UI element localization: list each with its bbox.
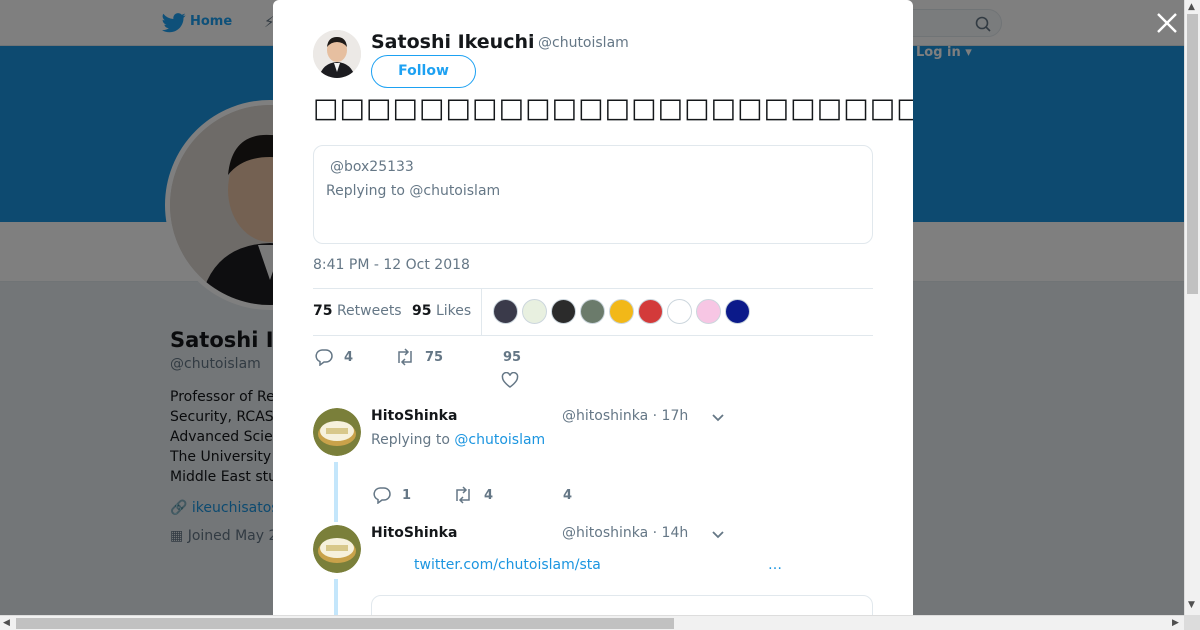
like-action-count: 95 [503, 350, 522, 365]
chevron-down-icon[interactable] [711, 411, 725, 425]
like-count: 4 [563, 488, 573, 503]
quoted-replying-to: Replying to @chutoislam [326, 183, 501, 199]
retweet-icon[interactable] [453, 486, 473, 504]
author-handle[interactable]: @chutoislam [538, 35, 629, 51]
liker-avatar[interactable] [580, 299, 605, 324]
reply-author-handle[interactable]: @hitoshinka · 17h [562, 408, 688, 424]
reply-author-name[interactable]: HitoShinka [371, 525, 457, 541]
replying-to-link[interactable]: @chutoislam [454, 432, 545, 448]
retweet-count: 4 [484, 488, 494, 503]
reply-handle[interactable]: @hitoshinka [562, 408, 648, 424]
stats-divider [481, 289, 482, 335]
liker-avatar[interactable] [638, 299, 663, 324]
tweet-actions: 4 75 95 [313, 345, 613, 395]
reply-avatar-photo [313, 408, 361, 456]
reply-icon[interactable] [373, 486, 391, 504]
likes-count: 95 [412, 303, 432, 319]
scroll-up-icon[interactable]: ▲ [1188, 2, 1195, 12]
liker-avatars [493, 299, 754, 325]
vertical-scrollbar[interactable]: ▲ ▼ [1184, 0, 1200, 615]
close-icon[interactable] [1154, 10, 1180, 36]
liker-avatar[interactable] [522, 299, 547, 324]
tweet-stats: 75 Retweets 95 Likes [313, 288, 873, 336]
reply-tweet-ellipsis[interactable]: … [768, 557, 782, 573]
author-avatar[interactable] [313, 30, 361, 78]
liker-avatar[interactable] [609, 299, 634, 324]
reply-time[interactable]: · 17h [653, 408, 689, 424]
retweet-icon[interactable] [395, 348, 415, 366]
liker-avatar[interactable] [696, 299, 721, 324]
vertical-scrollbar-thumb[interactable] [1187, 14, 1198, 294]
reply-count: 4 [344, 350, 354, 365]
scrollbar-corner [1184, 615, 1200, 630]
thread-line [334, 462, 338, 522]
retweet-count: 75 [313, 303, 333, 319]
reply-tweet[interactable]: HitoShinka @hitoshinka · 14h twitter.com… [313, 525, 913, 615]
reply-avatar[interactable] [313, 525, 361, 573]
tweet-timestamp[interactable]: 8:41 PM - 12 Oct 2018 [313, 257, 470, 273]
likes-stat[interactable]: 95 Likes [412, 303, 471, 319]
tweet-modal: Satoshi Ikeuchi @chutoislam Follow □□□□□… [273, 0, 913, 615]
reply-tweet-link[interactable]: twitter.com/chutoislam/sta [414, 557, 601, 573]
liker-avatar[interactable] [493, 299, 518, 324]
reply-time[interactable]: · 14h [653, 525, 689, 541]
reply-icon[interactable] [315, 348, 333, 366]
liker-avatar[interactable] [667, 299, 692, 324]
replying-prefix: Replying to [371, 432, 455, 448]
quoted-tweet[interactable]: @box25133 Replying to @chutoislam [313, 145, 873, 244]
reply-replying-to: Replying to @chutoislam [371, 432, 545, 448]
horizontal-scrollbar[interactable]: ◀ ▶ [0, 615, 1184, 630]
author-photo [313, 30, 361, 78]
follow-button[interactable]: Follow [371, 55, 476, 88]
reply-link-card[interactable] [371, 595, 873, 615]
retweet-stat[interactable]: 75 Retweets [313, 303, 402, 319]
thread-line [334, 579, 338, 615]
tweet-text: □□□□□□□□□□□□□□□□□□□□□□□□□□□□□□□□□□□□□□□□… [313, 93, 913, 124]
reply-actions: 1 4 4 [371, 486, 671, 508]
reply-author-name[interactable]: HitoShinka [371, 408, 457, 424]
quoted-handle: @box25133 [330, 159, 414, 175]
horizontal-scrollbar-thumb[interactable] [16, 618, 674, 629]
retweet-label: Retweets [336, 303, 402, 319]
reply-handle[interactable]: @hitoshinka [562, 525, 648, 541]
reply-author-handle[interactable]: @hitoshinka · 14h [562, 525, 688, 541]
liker-avatar[interactable] [551, 299, 576, 324]
reply-avatar[interactable] [313, 408, 361, 456]
retweet-action-count: 75 [425, 350, 444, 365]
reply-tweet[interactable]: HitoShinka @hitoshinka · 17h Replying to… [313, 408, 913, 522]
reply-count: 1 [402, 488, 412, 503]
author-name[interactable]: Satoshi Ikeuchi [371, 31, 535, 53]
reply-avatar-photo [313, 525, 361, 573]
likes-label: Likes [435, 303, 472, 319]
liker-avatar[interactable] [725, 299, 750, 324]
scroll-down-icon[interactable]: ▼ [1188, 600, 1195, 610]
scroll-right-icon[interactable]: ▶ [1172, 618, 1179, 628]
heart-icon[interactable] [501, 372, 519, 388]
chevron-down-icon[interactable] [711, 528, 725, 542]
scroll-left-icon[interactable]: ◀ [3, 618, 10, 628]
